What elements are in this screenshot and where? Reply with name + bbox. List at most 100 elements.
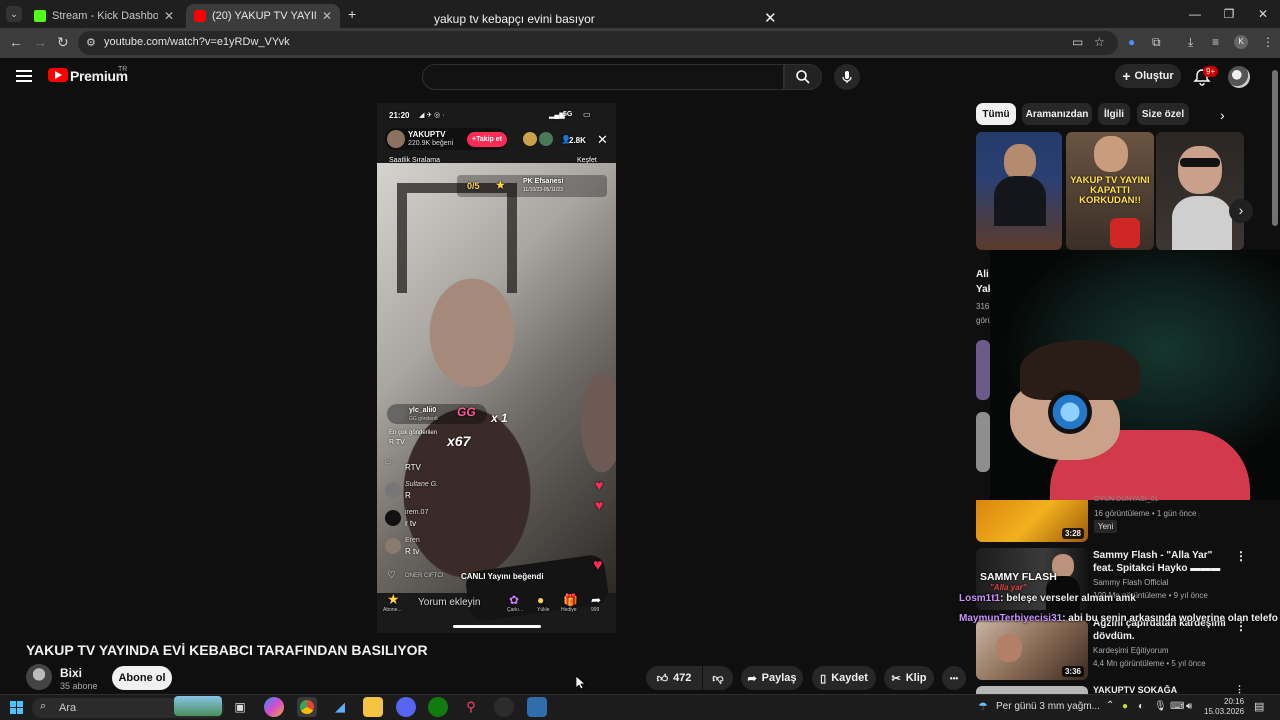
weather-widget[interactable]: Per günü 3 mm yağm... xyxy=(996,701,1100,712)
app-icon[interactable] xyxy=(527,697,547,717)
video-thumbnail[interactable]: 3:28 xyxy=(976,500,1088,542)
search-highlight-image[interactable] xyxy=(174,696,222,716)
subscribe-star-icon[interactable]: ★ xyxy=(387,591,400,608)
media-control-icon[interactable]: ≡ xyxy=(1212,35,1219,49)
copilot-icon[interactable] xyxy=(264,697,284,717)
chip-for-you[interactable]: Size özel xyxy=(1137,103,1189,125)
browser-tab-bar: ⌄ Stream - Kick Dashboard ✕ (20) YAKUP T… xyxy=(0,0,1280,28)
save-button[interactable]: ▯ Kaydet xyxy=(812,666,876,690)
browser-menu-icon[interactable]: ⋮ xyxy=(1262,35,1274,49)
notification-center-icon[interactable]: ▤ xyxy=(1254,700,1264,713)
tray-app-icon[interactable]: ◐ xyxy=(1138,701,1144,712)
xbox-icon[interactable] xyxy=(428,697,448,717)
short-thumbnail[interactable] xyxy=(1156,132,1244,250)
video-player[interactable]: 21:20 ◢ ✈ ◎ · ▂▄▆ 5G ▭ YAKUPTV 220.9K be… xyxy=(377,103,616,633)
share-arrow-icon[interactable]: ➦ xyxy=(591,593,601,607)
shorts-next-button[interactable]: › xyxy=(1229,199,1253,223)
clip-button[interactable]: ✂ Klip xyxy=(884,666,934,690)
video-channel[interactable]: OYUN DÜNYASI_01 xyxy=(1094,496,1158,503)
new-tab-button[interactable]: + xyxy=(348,6,356,22)
network-icon[interactable]: ⌨ xyxy=(1170,701,1184,712)
discord-icon[interactable] xyxy=(396,697,416,717)
app-icon[interactable]: ⚲ xyxy=(461,697,481,717)
video-thumbnail[interactable] xyxy=(976,686,1088,694)
close-tab-icon[interactable]: ✕ xyxy=(322,9,332,23)
video-title[interactable]: YAKUPTV SOKAĞA xyxy=(1093,685,1233,694)
hamburger-menu-icon[interactable] xyxy=(16,70,32,82)
like-button[interactable]: 👍︎ 472 xyxy=(646,666,702,690)
comment-input[interactable]: Yorum ekleyin xyxy=(418,597,480,608)
channel-avatar[interactable] xyxy=(26,664,52,690)
extensions-puzzle-icon[interactable]: ⧉ xyxy=(1152,35,1161,50)
file-explorer-icon[interactable] xyxy=(363,697,383,717)
app-icon[interactable]: ◢ xyxy=(330,697,350,717)
video-channel[interactable]: Kardeşimi Eğitiyorum xyxy=(1093,646,1169,655)
browser-tab-youtube[interactable]: (20) YAKUP TV YAYINDA EVİ KE… ✕ xyxy=(186,4,340,28)
reload-icon[interactable]: ↻ xyxy=(57,34,69,51)
search-button[interactable] xyxy=(784,64,822,90)
volume-icon[interactable]: 🔊︎ xyxy=(1186,701,1192,712)
tray-app-icon[interactable]: ● xyxy=(1122,701,1128,712)
more-options-icon[interactable]: ⋮ xyxy=(1235,549,1247,563)
close-tab-icon[interactable]: ✕ xyxy=(164,9,174,23)
youtube-logo-icon[interactable] xyxy=(48,68,68,82)
search-input[interactable] xyxy=(422,64,784,90)
video-channel[interactable]: Sammy Flash Official xyxy=(1093,578,1168,587)
browser-tab-kick[interactable]: Stream - Kick Dashboard ✕ xyxy=(26,4,182,28)
video-thumbnail-partial[interactable] xyxy=(976,412,990,472)
microphone-icon[interactable]: 🎙︎ xyxy=(1154,701,1167,712)
clear-search-icon[interactable]: ✕ xyxy=(764,9,777,27)
floating-heart-icon: ♥ xyxy=(593,557,603,574)
tray-chevron-icon[interactable]: ⌃ xyxy=(1106,700,1114,711)
task-view-icon[interactable]: ▣ xyxy=(230,697,250,717)
account-avatar[interactable] xyxy=(1228,66,1250,88)
restore-icon[interactable]: ❐ xyxy=(1212,0,1246,28)
download-icon[interactable]: ⤓ xyxy=(1188,35,1193,50)
clock[interactable]: 20:16 15.03.2026 xyxy=(1204,697,1244,716)
video-thumbnail-partial[interactable] xyxy=(976,340,990,400)
short-thumbnail[interactable] xyxy=(976,132,1062,250)
url-text[interactable]: youtube.com/watch?v=e1yRDw_VYvk xyxy=(104,36,290,48)
video-title[interactable]: Sammy Flash - "Alla Yar" feat. Spitakci … xyxy=(1093,549,1233,575)
phone-status-icons: ◢ ✈ ◎ · xyxy=(419,112,445,119)
close-window-icon[interactable]: ✕ xyxy=(1246,0,1280,28)
webcam-person xyxy=(1020,340,1140,400)
chat-text: : abi bu senin arkasında wolverine olan … xyxy=(1062,613,1278,624)
chip-all[interactable]: Tümü xyxy=(976,103,1016,125)
site-info-icon[interactable]: ⚙ xyxy=(86,36,96,49)
profile-avatar[interactable]: K xyxy=(1234,35,1248,49)
viewer-count: 2.8K xyxy=(569,136,586,145)
wheel-icon[interactable]: ✿ xyxy=(509,593,519,607)
scrollbar-thumb[interactable] xyxy=(1272,70,1278,226)
bookmark-star-icon[interactable]: ☆ xyxy=(1094,35,1105,49)
voice-search-button[interactable] xyxy=(834,64,860,90)
more-actions-button[interactable]: ••• xyxy=(942,666,966,690)
video-thumbnail[interactable]: 3:36 xyxy=(976,620,1088,680)
streamer-webcam-overlay xyxy=(990,250,1280,500)
search-query-text[interactable]: yakup tv kebapçı evini basıyor xyxy=(434,12,595,26)
explore-label[interactable]: Keşfet xyxy=(577,157,597,164)
chevron-right-icon[interactable]: › xyxy=(1220,107,1225,123)
follow-button[interactable]: +Takip et xyxy=(467,132,507,147)
subscribe-button[interactable]: Abone ol xyxy=(112,666,172,690)
channel-name[interactable]: Bixi xyxy=(60,666,82,680)
chip-from-search[interactable]: Aramanızdan xyxy=(1022,103,1092,125)
back-arrow-icon[interactable]: ← xyxy=(9,34,23,50)
create-button[interactable]: + Oluştur xyxy=(1115,64,1181,88)
short-thumbnail[interactable]: YAKUP TV YAYINI KAPATTI KORKUDAN!! xyxy=(1066,132,1154,250)
dislike-button[interactable]: 👎︎ xyxy=(703,666,733,690)
tab-search-dropdown-icon[interactable]: ⌄ xyxy=(6,6,22,22)
windows-start-icon[interactable] xyxy=(10,701,23,714)
extension-icon[interactable]: ● xyxy=(1128,35,1135,49)
obs-icon[interactable] xyxy=(494,697,514,717)
share-button[interactable]: ➦ Paylaş xyxy=(741,666,803,690)
hourly-rank-label[interactable]: Saatlik Sıralama xyxy=(389,157,440,164)
minimize-icon[interactable]: — xyxy=(1178,0,1212,28)
forward-arrow-icon[interactable]: → xyxy=(33,34,47,50)
gift-icon[interactable]: 🎁 xyxy=(563,593,578,607)
upload-icon[interactable]: ● xyxy=(537,593,544,607)
cast-icon[interactable]: ▭ xyxy=(1072,35,1083,49)
chip-related[interactable]: İlgili xyxy=(1098,103,1130,125)
close-live-icon[interactable]: ✕ xyxy=(597,132,608,148)
taskbar-search-placeholder[interactable]: Ara xyxy=(59,702,76,714)
